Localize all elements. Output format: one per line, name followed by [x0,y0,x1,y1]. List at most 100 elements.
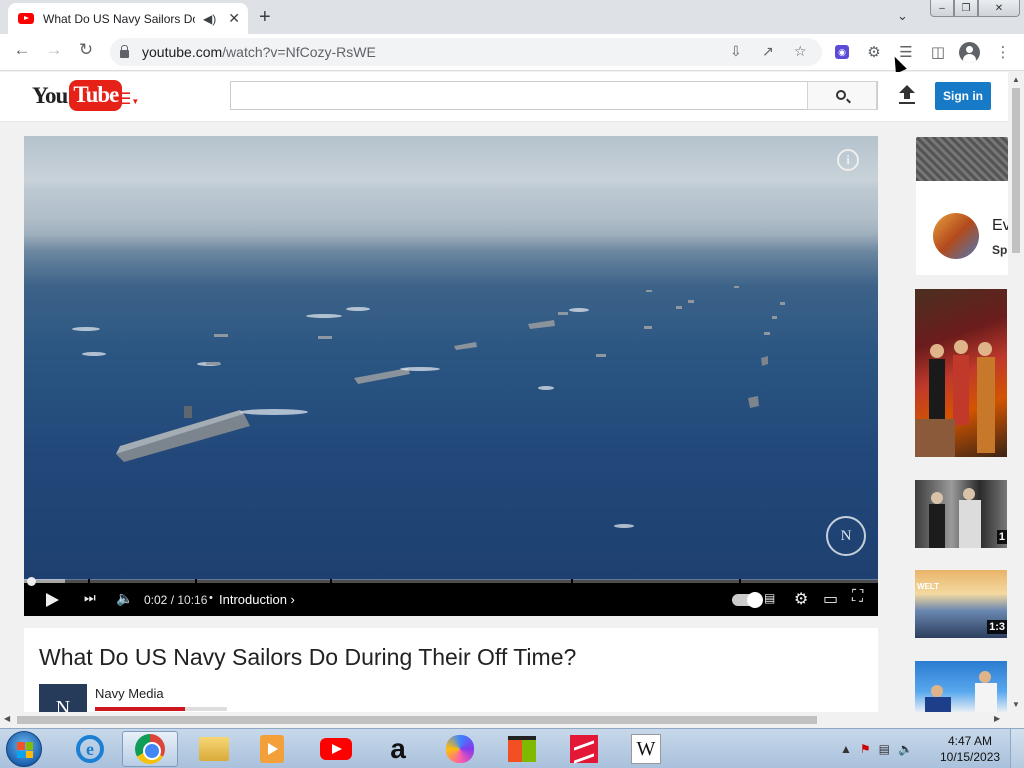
youtube-header: You Tube ☰▼ Sign in [0,72,1008,122]
scroll-right-icon[interactable]: ▶ [994,714,1000,723]
taskbar-copilot[interactable] [432,731,488,767]
copilot-icon [446,735,474,763]
horizontal-scrollbar[interactable]: ◀ ▶ [0,712,1008,728]
browser-toolbar: ← → ↻ youtube.com/watch?v=NfCozy-RsWE ⇩ … [0,34,1024,71]
next-icon[interactable]: ⏭ [84,590,96,606]
tab-close-icon[interactable]: ✕ [228,10,240,27]
back-arrow-icon[interactable]: ← [10,40,34,60]
video-frame[interactable]: i N [24,136,878,580]
network-icon[interactable]: ▤ [879,742,890,756]
chapter-marker [195,579,197,583]
taskbar-wikipedia[interactable]: W [618,731,674,767]
reload-icon[interactable]: ↻ [74,40,98,60]
fullscreen-icon[interactable]: ⛶ [852,588,863,606]
taskbar-media-player[interactable] [244,731,300,767]
naval-fleet-scene [24,136,878,528]
video-info: What Do US Navy Sailors Do During Their … [24,628,878,732]
vertical-scrollbar[interactable]: ▲ ▼ [1008,72,1024,712]
upload-icon[interactable] [899,85,915,105]
video-player[interactable]: i N ⏭ 🔈 0:02 / 10:16 • Introduction › ▤ … [24,136,878,616]
tab-search-chevron-icon[interactable]: ⌄ [897,8,908,24]
search-box [230,81,878,110]
search-button[interactable] [807,81,877,110]
time-display: 0:02 / 10:16 [144,593,208,607]
taskbar-amazon[interactable]: a [370,731,426,767]
video-title: What Do US Navy Sailors Do During Their … [39,644,577,670]
sidebar-ad-card[interactable]: Ev Sp [916,137,1008,275]
chapter-marker [739,579,741,583]
scroll-up-icon[interactable]: ▲ [1012,75,1020,84]
window-controls: – ❐ ✕ [930,0,1020,17]
taskbar-chrome[interactable] [122,731,178,767]
extension-icon[interactable]: ◉ [835,45,849,59]
volume-icon[interactable]: 🔈 [116,590,133,607]
play-icon[interactable] [46,593,59,607]
side-panel-icon[interactable]: ◫ [928,43,948,61]
vertical-scroll-thumb[interactable] [1012,88,1020,253]
bookmark-star-icon[interactable]: ☆ [794,43,807,60]
taskbar-file-explorer[interactable] [186,731,242,767]
windows-logo-icon [17,742,33,758]
tab-title: What Do US Navy Sailors Do During Their … [43,11,195,26]
horizontal-scroll-thumb[interactable] [17,716,817,724]
duration-badge: 1:3 [987,620,1007,634]
store-icon [508,736,536,762]
taskbar-youtube[interactable] [308,731,364,767]
taskbar-store[interactable] [494,731,550,767]
scroll-left-icon[interactable]: ◀ [4,714,10,723]
taskbar-bank-of-america[interactable] [556,731,612,767]
search-input[interactable] [231,82,807,109]
show-desktop-button[interactable] [1010,729,1024,768]
subscribe-bar[interactable] [95,707,227,711]
amazon-icon: a [390,733,406,764]
guide-menu-icon[interactable]: ☰▼ [117,89,139,109]
channel-watermark-icon[interactable]: N [826,516,866,556]
settings-gear-icon[interactable]: ⚙ [794,589,808,609]
forward-arrow-icon[interactable]: → [42,40,66,60]
menu-dots-icon[interactable]: ⋮ [993,43,1013,61]
captions-icon[interactable]: ▤ [764,591,775,605]
sidebar-thumbnail[interactable] [915,661,1007,712]
scroll-down-icon[interactable]: ▼ [1012,700,1020,709]
sidebar-thumbnail[interactable] [915,289,1007,457]
sign-in-button[interactable]: Sign in [935,82,991,110]
volume-muted-icon[interactable]: 🔈 [898,742,913,756]
restore-button[interactable]: ❐ [954,0,978,17]
tab-strip: What Do US Navy Sailors Do During Their … [0,0,1024,34]
browser-tab[interactable]: What Do US Navy Sailors Do During Their … [8,3,248,34]
chapter-marker [330,579,332,583]
search-icon [836,90,846,100]
start-button[interactable] [6,731,42,767]
minimize-button[interactable]: – [930,0,954,17]
internet-explorer-icon: e [76,735,104,763]
close-window-button[interactable]: ✕ [978,0,1020,17]
sidebar-thumbnail[interactable]: WELT 1:3 [915,570,1007,638]
profile-icon[interactable] [959,42,980,63]
speaker-icon[interactable]: ◀) [203,12,216,26]
info-icon[interactable]: i [837,149,859,171]
clock[interactable]: 4:47 AM 10/15/2023 [940,733,1000,765]
chapter-button[interactable]: Introduction › [219,592,295,607]
youtube-favicon-icon [18,13,34,24]
new-tab-button[interactable]: + [259,6,271,29]
windows-taskbar: e a W ▲ ⚑ ▤ 🔈 4:47 AM 10/15/2023 [0,728,1024,768]
channel-name[interactable]: Navy Media [95,686,164,701]
install-icon[interactable]: ⇩ [730,43,742,60]
sidebar-thumbnail[interactable]: 1 [915,480,1007,548]
url-text[interactable]: youtube.com/watch?v=NfCozy-RsWE [142,44,376,60]
bank-of-america-icon [570,735,598,763]
theater-mode-icon[interactable]: ▭ [823,589,838,609]
show-hidden-icons-icon[interactable]: ▲ [840,742,852,756]
autoplay-toggle[interactable] [732,592,763,608]
chrome-icon [135,734,165,764]
puzzle-icon[interactable]: ⚙ [864,43,884,61]
chapter-marker [88,579,90,583]
address-bar[interactable]: youtube.com/watch?v=NfCozy-RsWE ⇩ ↗ ☆ [110,38,822,66]
share-icon[interactable]: ↗ [762,43,774,60]
taskbar-internet-explorer[interactable]: e [62,731,118,767]
youtube-icon [320,738,352,760]
action-center-flag-icon[interactable]: ⚑ [860,742,871,756]
chapter-marker [571,579,573,583]
lock-icon[interactable] [120,45,129,58]
youtube-logo[interactable]: You Tube [32,80,123,111]
